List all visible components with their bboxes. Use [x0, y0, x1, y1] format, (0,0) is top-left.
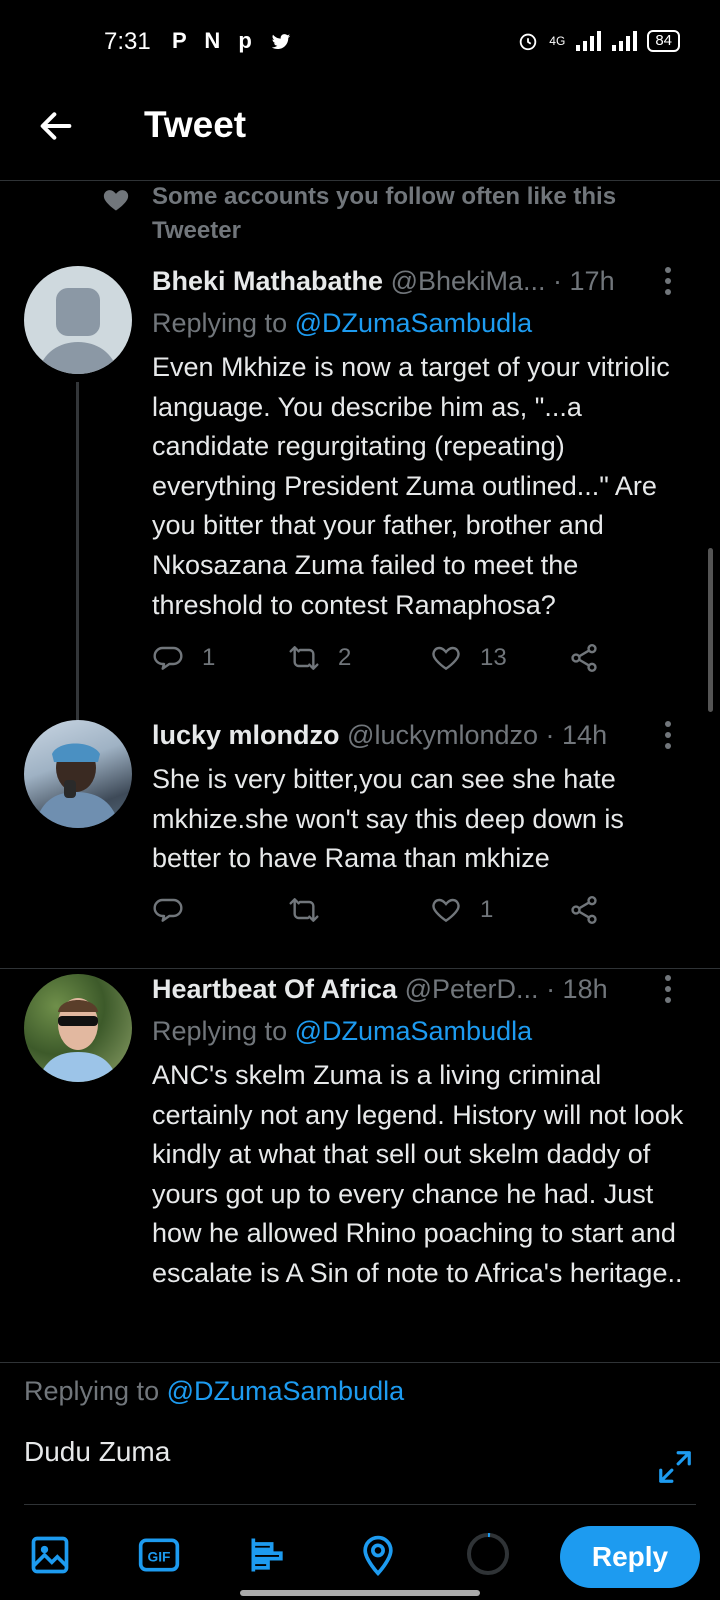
mention-link[interactable]: @DZumaSambudla — [295, 308, 533, 338]
mention-link[interactable]: @DZumaSambudla — [295, 1016, 533, 1046]
like-count: 1 — [480, 896, 494, 923]
alarm-icon — [520, 33, 537, 51]
thread-line — [76, 382, 79, 730]
tweet-text: ANC's skelm Zuma is a living criminal ce… — [152, 1060, 684, 1288]
author-handle[interactable]: @luckymlondzo — [347, 720, 538, 750]
author-handle[interactable]: @BhekiMa... — [391, 266, 546, 296]
author-name[interactable]: lucky mlondzo — [152, 720, 340, 750]
app-notification-icons: P N p — [172, 28, 258, 53]
signal-icon — [576, 31, 602, 51]
status-app-icons: P N p — [172, 28, 292, 54]
replying-to: Replying to @DZumaSambudla — [152, 308, 532, 339]
retweet-action[interactable] — [288, 894, 338, 926]
author-name[interactable]: Heartbeat Of Africa — [152, 974, 397, 1004]
avatar-bheki[interactable] — [24, 266, 132, 374]
image-icon[interactable] — [28, 1533, 72, 1577]
replying-label: Replying to — [152, 308, 288, 338]
retweet-icon — [289, 646, 319, 670]
like-heart-icon — [432, 646, 460, 671]
tweet-time: · 17h — [553, 266, 615, 296]
replying-to: Replying to @DZumaSambudla — [152, 1016, 532, 1047]
tweet-header: Heartbeat Of Africa @PeterD... · 18h — [152, 974, 672, 1005]
heart-icon — [103, 190, 129, 211]
status-time: 7:31 — [104, 28, 151, 55]
signal-icon-2 — [612, 31, 638, 51]
retweet-icon — [289, 898, 319, 922]
tweet-time: · 14h — [545, 720, 608, 750]
reply-count: 1 — [202, 644, 216, 671]
user-photo — [38, 998, 118, 1082]
more-options-icon[interactable] — [662, 720, 674, 750]
avatar-heartbeat[interactable] — [24, 974, 132, 1082]
gif-icon[interactable]: GIF — [137, 1533, 181, 1577]
tweet-text: Even Mkhize is now a target of your vitr… — [152, 352, 670, 620]
share-icon[interactable] — [568, 894, 600, 926]
expand-icon[interactable] — [656, 1448, 694, 1486]
status-indicators: 4G 84 — [517, 30, 680, 52]
tweet-header: lucky mlondzo @luckymlondzo · 14h — [152, 720, 672, 751]
home-indicator[interactable] — [240, 1590, 480, 1596]
reply-action[interactable] — [152, 894, 202, 926]
like-count: 13 — [480, 644, 507, 671]
reply-action[interactable]: 1 — [152, 642, 215, 674]
more-options-icon[interactable] — [662, 974, 674, 1004]
share-icon[interactable] — [568, 642, 600, 674]
reply-icon — [153, 898, 183, 922]
reply-button[interactable]: Reply — [560, 1526, 700, 1588]
reply-input[interactable]: Dudu Zuma — [24, 1436, 170, 1468]
tweet-divider — [0, 968, 720, 969]
replying-label: Replying to — [152, 1016, 288, 1046]
battery-indicator: 84 — [647, 30, 680, 52]
author-name[interactable]: Bheki Mathabathe — [152, 266, 383, 296]
tweet-time: · 18h — [546, 974, 608, 1004]
compose-divider — [0, 1362, 720, 1363]
more-options-icon[interactable] — [662, 266, 674, 296]
svg-text:GIF: GIF — [148, 1549, 171, 1564]
tweet-text: She is very bitter,you can see she hate … — [152, 764, 624, 874]
retweet-action[interactable]: 2 — [288, 642, 351, 674]
user-photo — [34, 743, 120, 828]
default-avatar-icon — [38, 288, 118, 374]
like-action[interactable]: 13 — [430, 642, 507, 674]
social-context-text: Some accounts you follow often like this… — [152, 183, 617, 244]
tweet-header: Bheki Mathabathe @BhekiMa... · 17h — [152, 266, 672, 297]
like-action[interactable]: 1 — [430, 894, 493, 926]
character-count-ring-icon — [467, 1533, 509, 1575]
author-handle[interactable]: @PeterD... — [405, 974, 539, 1004]
retweet-count: 2 — [338, 644, 352, 671]
back-arrow-icon[interactable] — [36, 106, 76, 146]
twitter-bird-icon — [271, 34, 291, 50]
like-heart-icon — [432, 898, 460, 923]
location-icon[interactable] — [356, 1533, 400, 1577]
avatar-lucky[interactable] — [24, 720, 132, 828]
compose-underline — [24, 1504, 696, 1505]
network-type: 4G — [549, 34, 566, 48]
compose-mention-link[interactable]: @DZumaSambudla — [167, 1376, 405, 1406]
poll-icon[interactable] — [246, 1533, 290, 1577]
scrollbar[interactable] — [708, 548, 713, 712]
compose-replying-to: Replying to @DZumaSambudla — [24, 1376, 404, 1407]
compose-replying-label: Replying to — [24, 1376, 160, 1406]
reply-icon — [153, 646, 183, 670]
page-title: Tweet — [144, 104, 247, 145]
